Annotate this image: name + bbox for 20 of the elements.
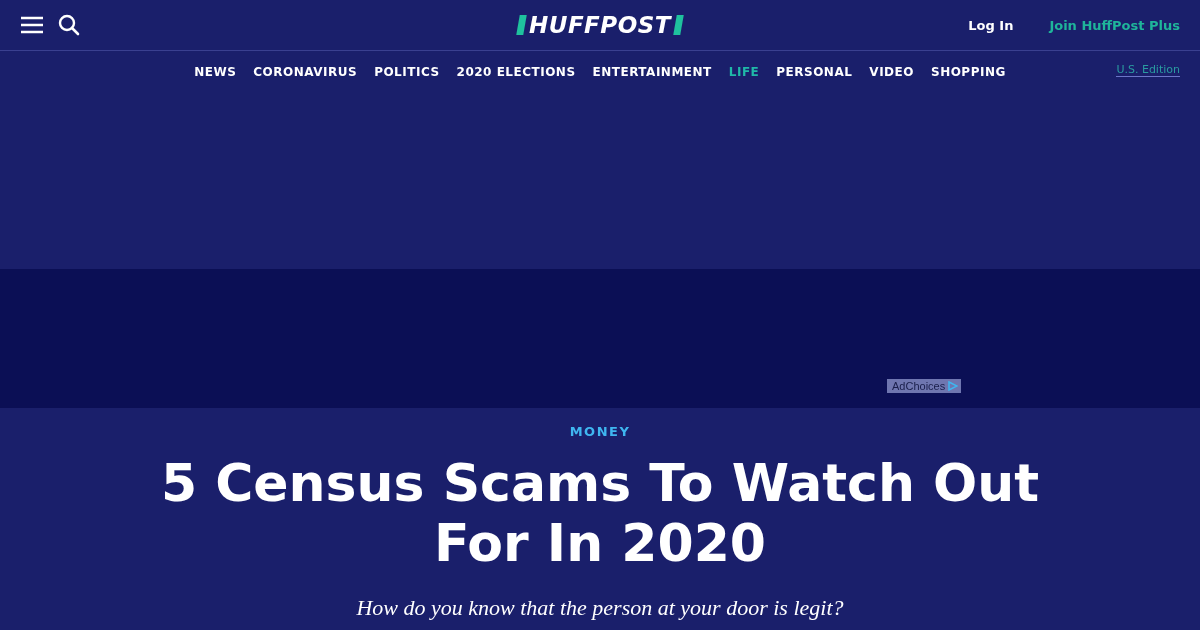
nav-link[interactable]: NEWS <box>194 65 237 79</box>
nav-link[interactable]: VIDEO <box>869 65 914 79</box>
edition-link[interactable]: U.S. Edition <box>1116 63 1180 77</box>
site-logo[interactable]: HUFFPOST <box>518 12 682 38</box>
nav-link[interactable]: 2020 ELECTIONS <box>456 65 576 79</box>
nav-link[interactable]: POLITICS <box>374 65 440 79</box>
subtitle: How do you know that the person at your door is legit? <box>355 595 845 621</box>
nav-link[interactable]: LIFE <box>728 65 760 79</box>
login-link[interactable]: Log In <box>968 17 1014 33</box>
nav-link[interactable]: CORONAVIRUS <box>253 65 358 79</box>
menu-icon[interactable] <box>20 16 44 34</box>
headline: 5 Census Scams To Watch Out For In 2020 <box>159 453 1041 573</box>
nav-link[interactable]: PERSONAL <box>776 65 853 79</box>
nav-link[interactable]: ENTERTAINMENT <box>592 65 712 79</box>
nav-link[interactable]: SHOPPING <box>931 65 1006 79</box>
join-link[interactable]: Join HuffPost Plus <box>1049 17 1180 33</box>
play-icon <box>948 381 959 391</box>
search-icon[interactable] <box>58 14 80 36</box>
section-label: MONEY <box>568 424 632 439</box>
adchoices-link[interactable]: AdChoices <box>887 379 962 393</box>
